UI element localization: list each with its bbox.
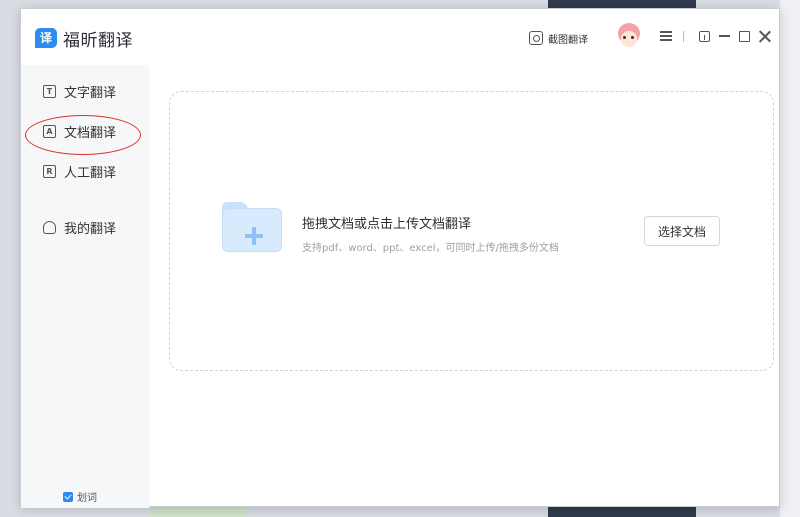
maximize-button[interactable] [735,27,753,45]
document-drop-zone[interactable]: 拖拽文档或点击上传文档翻译 支持pdf、word、ppt、excel，可同时上传… [169,91,774,371]
sidebar-item-text-translate[interactable]: T 文字翻译 [21,71,149,111]
user-icon [43,220,56,234]
drop-zone-hint: 支持pdf、word、ppt、excel，可同时上传/拖拽多份文档 [302,243,559,254]
sidebar-item-my-translations[interactable]: 我的翻译 [21,207,149,247]
choose-document-button[interactable]: 选择文档 [644,216,720,246]
folder-add-icon [222,202,282,252]
minimize-button[interactable] [715,27,733,45]
camera-icon [529,31,543,45]
close-button[interactable] [755,27,773,45]
sidebar-item-label: 文字翻译 [64,85,117,101]
word-pick-toggle[interactable]: 划词 [63,489,97,504]
mini-mode-button[interactable] [695,27,713,45]
titlebar-divider [683,31,684,42]
background-taskbar-top [548,0,696,8]
maximize-icon [738,30,750,42]
background-window-edge [780,0,800,517]
app-logo-icon: 译 [35,28,57,48]
avatar[interactable] [617,23,641,49]
word-pick-label: 划词 [77,493,97,504]
mini-mode-icon [698,30,710,42]
menu-icon [660,35,672,37]
folder-body [222,208,282,252]
background-taskbar-bottom [548,507,696,517]
document-translate-icon: A [43,124,56,138]
titlebar: 译 福昕翻译 截图翻译 [21,9,779,65]
human-translate-icon: R [43,164,56,178]
screenshot-translate-button[interactable]: 截图翻译 [529,29,588,47]
word-pick-checkbox[interactable] [63,491,73,502]
background-panel [150,507,246,517]
sidebar-item-label: 人工翻译 [64,165,117,181]
text-translate-icon: T [43,84,56,98]
menu-button[interactable] [657,27,675,45]
sidebar-item-human-translate[interactable]: R 人工翻译 [21,151,149,191]
minimize-icon [718,35,730,37]
sidebar-item-label: 文档翻译 [64,125,117,141]
sidebar-item-label: 我的翻译 [64,221,117,237]
app-window: 译 福昕翻译 截图翻译 T 文字翻译 A 文档翻译 R 人工翻译 我的翻译 划词… [20,8,780,508]
sidebar: T 文字翻译 A 文档翻译 R 人工翻译 我的翻译 划词 [21,65,149,508]
drop-zone-title: 拖拽文档或点击上传文档翻译 [302,217,472,232]
screenshot-translate-label: 截图翻译 [548,34,588,46]
plus-icon [245,227,263,245]
app-title: 福昕翻译 [63,31,133,51]
close-icon [758,30,771,43]
sidebar-item-document-translate[interactable]: A 文档翻译 [21,111,149,151]
